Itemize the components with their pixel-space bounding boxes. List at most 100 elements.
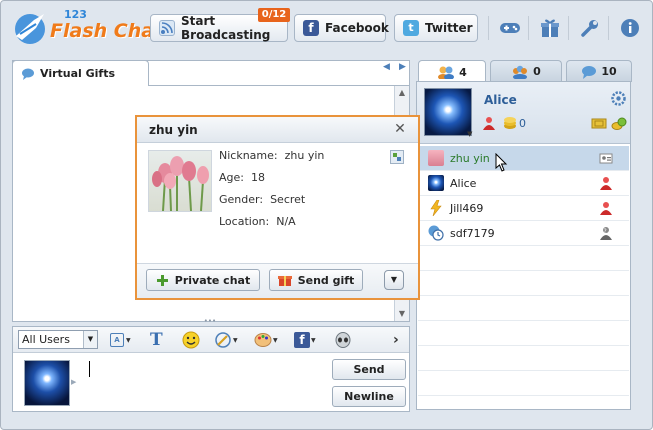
divider [488, 16, 489, 40]
location-value: N/A [276, 215, 296, 228]
tab-scroll-left-icon[interactable]: ◀ [383, 62, 390, 72]
chat-bubble-icon [582, 65, 597, 79]
location-label: Location: [219, 215, 270, 228]
avatar-menu-chevron-icon[interactable]: ▼ [467, 130, 472, 138]
facebook-label: Facebook [325, 21, 389, 35]
newline-button[interactable]: Newline [332, 386, 406, 407]
my-avatar[interactable] [24, 360, 70, 406]
unknown-user-icon: ? [599, 226, 613, 240]
tab-virtual-gifts[interactable]: Virtual Gifts [12, 60, 149, 86]
user-row-name: Jill469 [450, 201, 484, 215]
message-input[interactable] [80, 356, 328, 408]
user-row-jill469[interactable]: Jill469 [418, 196, 629, 221]
settings-gear-icon[interactable] [611, 91, 626, 109]
text-format-icon[interactable]: T [150, 330, 163, 350]
divider [568, 16, 569, 40]
facebook-icon: f [303, 20, 319, 36]
coin-count: 0 [519, 117, 526, 130]
scroll-up-icon[interactable]: ▲ [395, 86, 409, 100]
info-icon[interactable] [616, 14, 644, 42]
tab-rooms-count: 10 [601, 65, 617, 78]
tab-scroll-right-icon[interactable]: ▶ [399, 62, 406, 72]
nickname-label: Nickname: [219, 149, 278, 162]
female-user-icon [599, 176, 613, 190]
palette-icon [254, 333, 272, 347]
private-chat-button[interactable]: Private chat [146, 269, 260, 291]
tab-groups[interactable]: 0 [490, 60, 562, 82]
tab-virtual-gifts-label: Virtual Gifts [40, 67, 116, 80]
user-row-zhu-yin[interactable]: zhu yin [418, 146, 629, 171]
user-avatar [428, 150, 444, 166]
exchange-icon[interactable] [611, 117, 627, 134]
money-icon[interactable] [591, 117, 607, 133]
paint-brush-icon [215, 332, 231, 348]
empty-row [418, 246, 629, 271]
location-field: Location: N/A [219, 215, 296, 228]
empty-row [418, 371, 629, 396]
font-size-button[interactable]: A ▼ [110, 331, 131, 349]
emoticon-icon[interactable] [182, 331, 200, 349]
profile-photo [148, 150, 212, 212]
resize-grip[interactable]: ••• [200, 318, 220, 325]
font-size-icon: A [110, 333, 124, 347]
facebook-icon: f [294, 332, 310, 348]
send-gift-button[interactable]: Send gift [269, 269, 363, 291]
chevron-right-icon[interactable]: › [393, 331, 399, 349]
empty-row [418, 321, 629, 346]
more-options-chevron-icon[interactable]: ▼ [384, 270, 404, 290]
empty-row [418, 271, 629, 296]
recipient-select-value: All Users [22, 333, 70, 346]
gift-icon[interactable] [536, 14, 564, 42]
user-avatar [428, 175, 444, 191]
coins-icon [503, 116, 517, 133]
popup-title: zhu yin [137, 117, 418, 143]
clock-avatar-icon [428, 225, 444, 241]
user-row-name: sdf7179 [450, 226, 495, 240]
tab-groups-count: 0 [533, 65, 541, 78]
send-button[interactable]: Send [332, 359, 406, 380]
user-row-sdf7179[interactable]: sdf7179 ? [418, 221, 629, 246]
current-user-name: Alice [484, 93, 517, 107]
svg-text:?: ? [604, 228, 607, 235]
gamepad-icon[interactable] [496, 14, 524, 42]
close-icon[interactable]: ✕ [392, 120, 408, 138]
nickname-field: Nickname: zhu yin [219, 149, 324, 162]
plus-icon [156, 274, 168, 286]
user-card-icon [599, 151, 613, 165]
gender-value: Secret [270, 193, 306, 206]
female-user-icon [482, 116, 496, 133]
tab-users-count: 4 [459, 65, 467, 79]
background-button[interactable]: ▼ [254, 331, 278, 349]
user-row-name: zhu yin [450, 151, 490, 165]
twitter-icon: t [403, 20, 419, 36]
private-chat-label: Private chat [174, 273, 251, 287]
twitter-button[interactable]: t Twitter [394, 14, 478, 42]
empty-row [418, 346, 629, 371]
twitter-label: Twitter [425, 21, 473, 35]
tab-users[interactable]: 4 [418, 60, 486, 83]
empty-row [418, 296, 629, 321]
recipient-select[interactable]: All Users ▼ [18, 330, 98, 349]
facebook-share-button[interactable]: f ▼ [294, 331, 316, 349]
scroll-down-icon[interactable]: ▼ [395, 307, 409, 321]
user-row-alice[interactable]: Alice [418, 171, 629, 196]
color-picker-button[interactable]: ▼ [214, 331, 238, 349]
wrench-icon[interactable] [576, 14, 604, 42]
age-field: Age: 18 [219, 171, 265, 184]
mouse-cursor-icon [495, 152, 509, 173]
group-icon [513, 65, 528, 79]
lightning-avatar-icon [428, 199, 444, 217]
facebook-button[interactable]: f Facebook [294, 14, 389, 42]
alien-icon[interactable] [334, 331, 352, 349]
edit-profile-icon[interactable] [390, 150, 404, 167]
current-user-avatar[interactable] [424, 88, 472, 136]
tab-rooms[interactable]: 10 [566, 60, 632, 82]
chat-bubble-icon [22, 68, 34, 80]
rss-icon [159, 20, 175, 36]
logo: 123 Flash Chat [10, 6, 163, 52]
gift-icon [277, 276, 292, 286]
broadcast-badge: 0/12 [258, 8, 290, 22]
chevron-down-icon: ▼ [83, 331, 97, 348]
gender-field: Gender: Secret [219, 193, 305, 206]
avatar-arrow-icon: ▶ [71, 378, 77, 386]
